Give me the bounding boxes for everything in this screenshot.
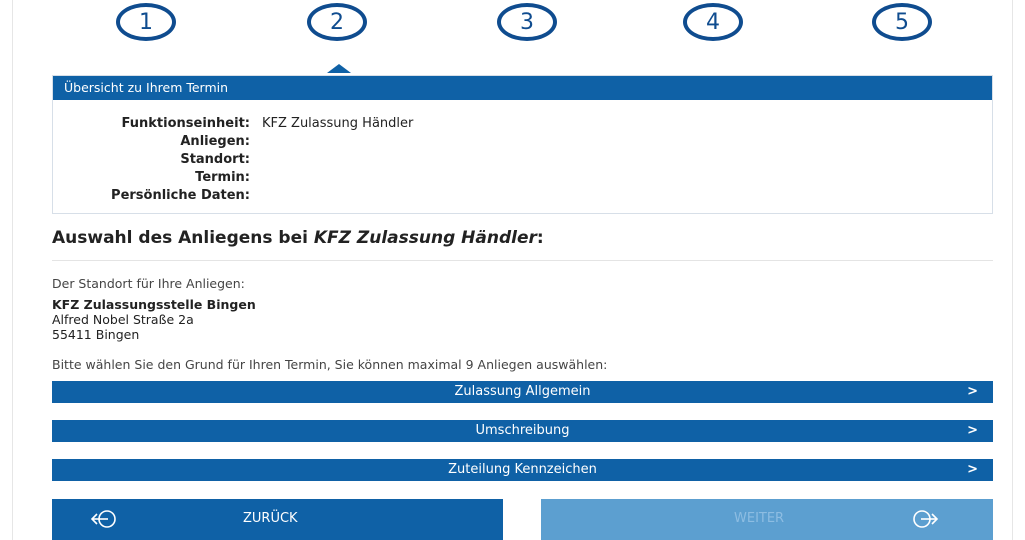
concern-button-zuteilung-kennzeichen[interactable]: Zuteilung Kennzeichen > bbox=[52, 459, 993, 481]
overview-row-location: Standort: bbox=[53, 150, 413, 168]
concern-label: Umschreibung bbox=[475, 423, 570, 438]
overview-label: Termin: bbox=[195, 169, 250, 185]
step-indicator: 1 2 3 4 5 bbox=[0, 0, 1025, 50]
step-1[interactable]: 1 bbox=[116, 3, 176, 41]
overview-row-personal-data: Persönliche Daten: bbox=[53, 186, 413, 204]
chevron-right-icon: > bbox=[967, 384, 978, 399]
forward-arrow-icon bbox=[913, 510, 939, 528]
overview-label: Anliegen: bbox=[180, 133, 250, 149]
chevron-right-icon: > bbox=[967, 423, 978, 438]
active-step-caret-icon bbox=[327, 64, 351, 73]
overview-header: Übersicht zu Ihrem Termin bbox=[53, 76, 992, 100]
location-address: KFZ Zulassungsstelle Bingen Alfred Nobel… bbox=[52, 297, 256, 342]
overview-details: Funktionseinheit: KFZ Zulassung Händler … bbox=[53, 114, 413, 204]
concern-button-zulassung-allgemein[interactable]: Zulassung Allgemein > bbox=[52, 381, 993, 403]
overview-label: Standort: bbox=[180, 151, 250, 167]
section-divider bbox=[52, 260, 993, 261]
next-button[interactable]: WEITER bbox=[541, 499, 993, 540]
next-label: WEITER bbox=[734, 511, 785, 526]
step-5[interactable]: 5 bbox=[872, 3, 932, 41]
concern-label: Zuteilung Kennzeichen bbox=[448, 462, 597, 477]
overview-row-unit: Funktionseinheit: KFZ Zulassung Händler bbox=[53, 114, 414, 132]
overview-label: Persönliche Daten: bbox=[111, 187, 250, 203]
step-3[interactable]: 3 bbox=[497, 3, 557, 41]
back-arrow-icon bbox=[90, 510, 116, 528]
location-city: 55411 Bingen bbox=[52, 327, 140, 342]
back-label: ZURÜCK bbox=[243, 511, 298, 526]
back-button[interactable]: ZURÜCK bbox=[52, 499, 503, 540]
page-edge-right bbox=[1012, 0, 1013, 540]
page-title: Auswahl des Anliegens bei KFZ Zulassung … bbox=[52, 228, 544, 248]
instruction-text: Bitte wählen Sie den Grund für Ihren Ter… bbox=[52, 357, 608, 372]
overview-label: Funktionseinheit: bbox=[121, 115, 250, 131]
title-suffix: : bbox=[536, 228, 544, 248]
concern-button-umschreibung[interactable]: Umschreibung > bbox=[52, 420, 993, 442]
location-name: KFZ Zulassungsstelle Bingen bbox=[52, 297, 256, 312]
chevron-right-icon: > bbox=[967, 462, 978, 477]
overview-row-appointment: Termin: bbox=[53, 168, 413, 186]
title-unit: KFZ Zulassung Händler bbox=[313, 228, 537, 248]
step-4[interactable]: 4 bbox=[683, 3, 743, 41]
concern-label: Zulassung Allgemein bbox=[454, 384, 591, 399]
page-edge-left bbox=[12, 0, 13, 540]
appointment-overview-panel: Übersicht zu Ihrem Termin Funktionseinhe… bbox=[52, 75, 993, 214]
step-2[interactable]: 2 bbox=[307, 3, 367, 41]
location-label: Der Standort für Ihre Anliegen: bbox=[52, 276, 245, 291]
overview-value: KFZ Zulassung Händler bbox=[262, 115, 414, 131]
title-prefix: Auswahl des Anliegens bei bbox=[52, 228, 314, 248]
overview-row-concern: Anliegen: bbox=[53, 132, 413, 150]
location-street: Alfred Nobel Straße 2a bbox=[52, 312, 194, 327]
